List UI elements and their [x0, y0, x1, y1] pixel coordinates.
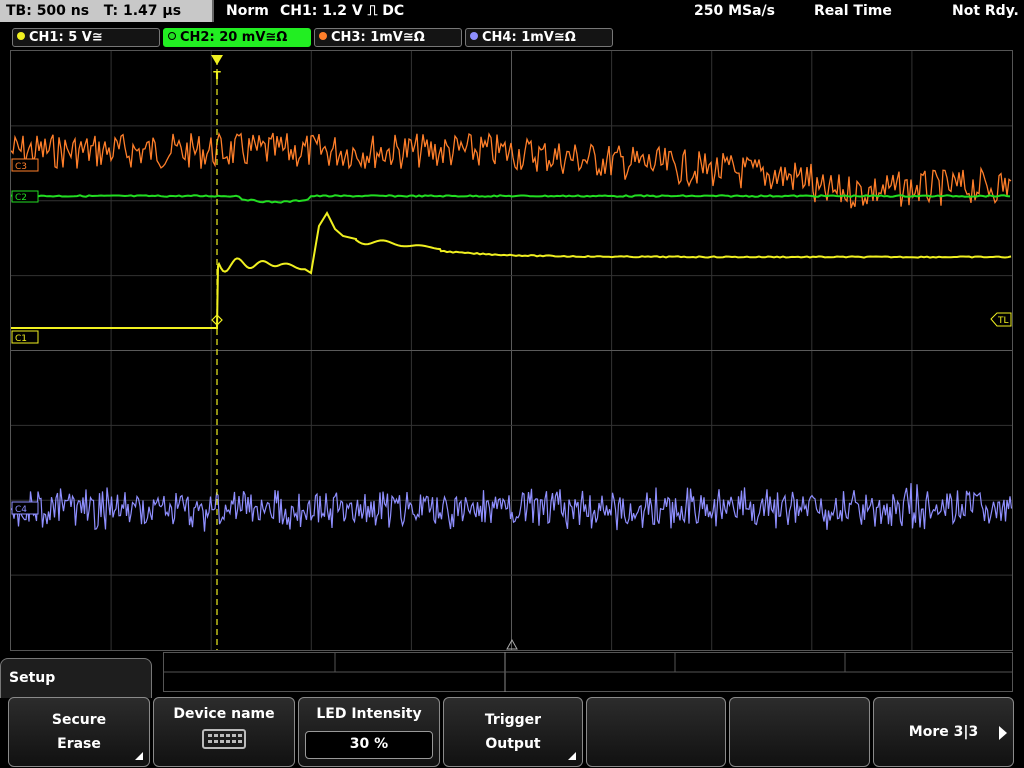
ch3-marker-label: C3 — [15, 162, 27, 172]
ch1-color-dot — [17, 32, 25, 40]
ch4-marker-label: C4 — [15, 505, 27, 515]
tab-ch1[interactable]: CH1: 5 V≅ — [12, 28, 160, 47]
arrow-right-icon — [999, 726, 1007, 740]
waveform-display[interactable]: T C3 C2 C1 C4 TL — [10, 50, 1013, 651]
timebase-box[interactable]: TB: 500 ns T: 1.47 µs — [0, 0, 214, 22]
led-intensity-value[interactable]: 30 % — [305, 731, 433, 759]
tab-ch2[interactable]: CH2: 20 mV≅Ω — [163, 28, 311, 47]
timebase-value: TB: 500 ns — [6, 3, 90, 19]
ch2-offset-marker[interactable]: C2 — [11, 190, 39, 203]
ch2-label: CH2: 20 mV≅Ω — [180, 30, 288, 45]
sample-rate: 250 MSa/s — [694, 3, 776, 19]
trigger-level-marker[interactable]: TL — [990, 312, 1012, 327]
trigger-position-marker[interactable]: T — [211, 55, 223, 82]
ch4-color-dot — [470, 32, 478, 40]
ch3-color-dot — [319, 32, 327, 40]
keyboard-icon — [202, 729, 246, 749]
acquisition-mode: Real Time — [814, 3, 892, 19]
secure-erase-button[interactable]: Secure Erase — [8, 697, 150, 767]
more-label: More 3|3 — [908, 724, 979, 740]
secure-erase-label-2: Erase — [57, 736, 101, 752]
trigger-output-label-2: Output — [485, 736, 541, 752]
more-button[interactable]: More 3|3 — [873, 697, 1014, 767]
empty-softkey-2[interactable] — [729, 697, 870, 767]
trigger-mode[interactable]: Norm — [226, 0, 269, 22]
submenu-corner-icon — [135, 752, 143, 760]
trigger-output-label-1: Trigger — [484, 712, 542, 728]
info-strip — [163, 652, 1013, 692]
ch1-label: CH1: 5 V≅ — [29, 30, 103, 45]
ch2-trace — [11, 194, 1011, 204]
trigger-level-label: TL — [997, 316, 1009, 326]
trigger-time-value: T: 1.47 µs — [103, 3, 182, 19]
ch3-label: CH3: 1mV≅Ω — [331, 30, 425, 45]
device-name-label: Device name — [173, 706, 275, 722]
ch1-offset-marker[interactable]: C1 — [11, 330, 39, 344]
setup-menu-title: Setup — [9, 670, 56, 686]
ch4-offset-marker[interactable]: C4 — [11, 501, 39, 515]
secure-erase-label-1: Secure — [51, 712, 107, 728]
ch1-marker-label: C1 — [15, 334, 27, 344]
submenu-corner-icon — [568, 752, 576, 760]
ch3-offset-marker[interactable]: C3 — [11, 158, 39, 172]
status-bar: Norm CH1: 1.2 V ⎍ DC 250 MSa/s Real Time… — [216, 0, 1024, 22]
empty-softkey-1[interactable] — [586, 697, 726, 767]
setup-menu-tab[interactable]: Setup — [0, 658, 152, 698]
led-intensity-button[interactable]: LED Intensity 30 % — [298, 697, 440, 767]
device-name-button[interactable]: Device name — [153, 697, 295, 767]
tab-ch3[interactable]: CH3: 1mV≅Ω — [314, 28, 462, 47]
trigger-info[interactable]: CH1: 1.2 V ⎍ DC — [280, 0, 404, 22]
led-intensity-label: LED Intensity — [316, 706, 422, 722]
ch2-marker-label: C2 — [15, 193, 27, 203]
trigger-position-label: T — [213, 69, 221, 82]
ch2-color-dot — [168, 32, 176, 40]
graticule — [11, 51, 1012, 650]
ch4-label: CH4: 1mV≅Ω — [482, 30, 576, 45]
tab-ch4[interactable]: CH4: 1mV≅Ω — [465, 28, 613, 47]
acquisition-status: Not Rdy. — [952, 3, 1019, 19]
trigger-output-button[interactable]: Trigger Output — [443, 697, 583, 767]
